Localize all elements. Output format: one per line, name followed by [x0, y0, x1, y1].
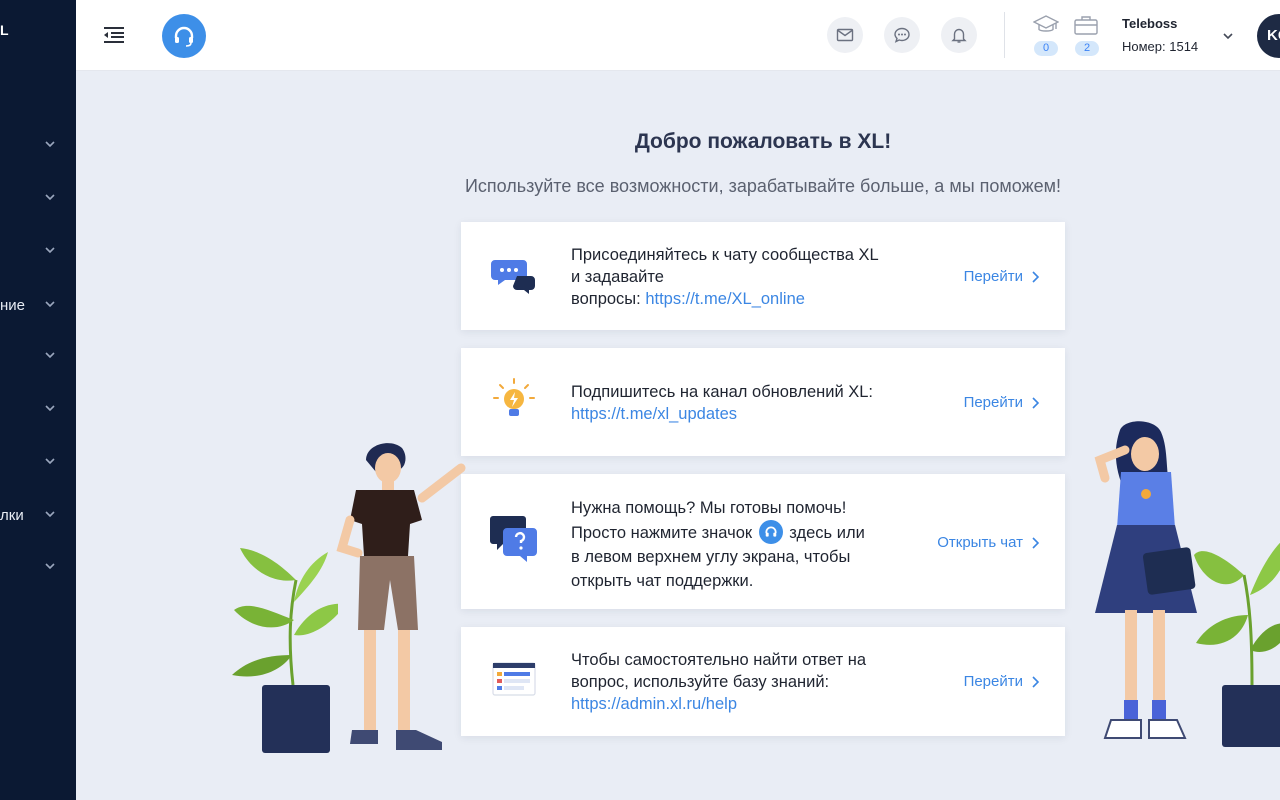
card-text: Нужна помощь? Мы готовы помочь! Просто н…	[571, 496, 865, 593]
sidebar-item-label: ние	[0, 297, 26, 314]
sidebar-item-6[interactable]	[0, 394, 76, 424]
support-help-card: Нужна помощь? Мы готовы помочь! Просто н…	[461, 474, 1065, 609]
card-line: Просто нажмите значок здесь или	[571, 520, 865, 545]
chevron-down-icon	[45, 141, 55, 148]
chevron-down-icon	[45, 563, 55, 570]
sidebar-item-8[interactable]: лки	[0, 500, 76, 530]
sidebar-item-label: лки	[0, 507, 24, 524]
chevron-down-icon	[45, 405, 55, 412]
man-illustration	[336, 443, 466, 750]
mail-icon	[836, 28, 854, 42]
potted-plant-left-illustration	[232, 548, 338, 753]
chevron-down-icon[interactable]	[1222, 30, 1234, 42]
chevron-down-icon	[45, 301, 55, 308]
sidebar-item-3[interactable]	[0, 236, 76, 266]
courses-count-badge: 0	[1034, 41, 1058, 56]
community-chat-link[interactable]: https://t.me/XL_online	[645, 290, 805, 308]
knowledge-base-link[interactable]: https://admin.xl.ru/help	[571, 695, 737, 713]
projects-count-badge: 2	[1075, 41, 1099, 56]
chat-bubbles-icon	[491, 260, 535, 294]
card-line: в левом верхнем углу экрана, чтобы	[571, 548, 851, 566]
card-line: и задавайте	[571, 268, 664, 286]
open-chat-button[interactable]: Открыть чат	[937, 534, 1041, 551]
top-header: 0 2 Teleboss Номер: 1514 KC	[76, 0, 1280, 71]
card-line-part: здесь или	[789, 524, 865, 542]
chevron-right-icon	[1032, 675, 1040, 688]
potted-plant-right-illustration	[1194, 542, 1280, 747]
chevron-down-icon	[45, 458, 55, 465]
chevron-down-icon	[45, 247, 55, 254]
menu-collapse-icon[interactable]	[102, 25, 126, 45]
question-chat-icon	[490, 516, 537, 562]
card-line-part: Просто нажмите значок	[571, 524, 753, 542]
sidebar-item-4[interactable]: ние	[0, 290, 76, 320]
sidebar-item-9[interactable]	[0, 552, 76, 582]
card-text: Присоединяйтесь к чату сообщества XL и з…	[571, 244, 879, 310]
account-info[interactable]: Teleboss Номер: 1514	[1122, 16, 1198, 54]
go-updates-channel-button[interactable]: Перейти	[964, 394, 1041, 411]
chat-icon	[894, 27, 910, 43]
support-inline-button[interactable]	[758, 520, 783, 544]
chevron-down-icon	[45, 352, 55, 359]
account-name: Teleboss	[1122, 16, 1178, 31]
card-line: открыть чат поддержки.	[571, 572, 754, 590]
go-knowledge-base-button[interactable]: Перейти	[964, 673, 1041, 690]
support-chat-button[interactable]	[162, 14, 206, 58]
card-line-prefix: вопросы:	[571, 290, 646, 308]
headset-icon	[174, 26, 194, 47]
bell-icon	[951, 28, 967, 43]
card-line: вопросы: https://t.me/XL_online	[571, 288, 879, 310]
action-label: Перейти	[963, 673, 1023, 690]
account-number: Номер: 1514	[1122, 39, 1199, 54]
action-label: Открыть чат	[937, 534, 1023, 551]
card-line: Чтобы самостоятельно найти ответ на	[571, 651, 867, 669]
headset-icon	[765, 526, 777, 537]
avatar[interactable]: KC	[1257, 14, 1280, 58]
graduation-cap-icon[interactable]	[1033, 14, 1059, 36]
card-text: Чтобы самостоятельно найти ответ на вопр…	[571, 649, 866, 715]
card-line: Присоединяйтесь к чату сообщества XL	[571, 246, 879, 264]
sidebar-item-7[interactable]	[0, 447, 76, 477]
card-line: Подпишитесь на канал обновлений XL:	[571, 383, 874, 401]
page-title: Добро пожаловать в XL!	[634, 130, 892, 153]
notifications-button[interactable]	[941, 17, 977, 53]
sidebar-item-1[interactable]	[0, 130, 76, 160]
community-chat-card: Присоединяйтесь к чату сообщества XL и з…	[461, 222, 1065, 330]
action-label: Перейти	[963, 394, 1023, 411]
header-divider	[1004, 12, 1005, 58]
chevron-right-icon	[1032, 536, 1040, 549]
action-label: Перейти	[963, 268, 1023, 285]
chevron-right-icon	[1032, 396, 1040, 409]
messages-button[interactable]	[884, 17, 920, 53]
go-community-chat-button[interactable]: Перейти	[964, 268, 1041, 285]
sidebar-item-2[interactable]	[0, 183, 76, 213]
knowledge-base-icon	[492, 662, 536, 696]
sidebar-item-5[interactable]	[0, 341, 76, 371]
woman-illustration	[1094, 421, 1197, 739]
card-line: Нужна помощь? Мы готовы помочь!	[571, 499, 847, 517]
card-line: вопрос, используйте базу знаний:	[571, 673, 830, 691]
updates-channel-card: Подпишитесь на канал обновлений XL: http…	[461, 348, 1065, 456]
lightbulb-icon	[493, 378, 535, 416]
knowledge-base-card: Чтобы самостоятельно найти ответ на вопр…	[461, 627, 1065, 736]
card-text: Подпишитесь на канал обновлений XL: http…	[571, 381, 873, 425]
chevron-down-icon	[45, 194, 55, 201]
chevron-right-icon	[1032, 270, 1040, 283]
page-subtitle: Используйте все возможности, зарабатывай…	[464, 176, 1062, 196]
sidebar-logo[interactable]: L	[0, 22, 10, 38]
briefcase-icon[interactable]	[1073, 14, 1099, 36]
chevron-down-icon	[45, 511, 55, 518]
mail-button[interactable]	[827, 17, 863, 53]
sidebar: L ние лки	[0, 0, 76, 800]
updates-channel-link[interactable]: https://t.me/xl_updates	[571, 405, 737, 423]
